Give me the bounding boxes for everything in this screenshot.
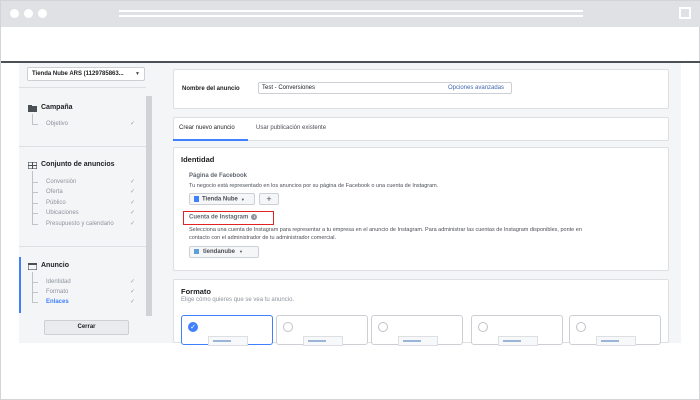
active-section-indicator <box>19 257 21 313</box>
chevron-down-icon: ▼ <box>240 196 245 202</box>
tree-branch <box>32 213 38 214</box>
sidebar-item-formato[interactable]: Formato <box>46 289 68 295</box>
format-preview-thumbnail <box>398 336 438 346</box>
format-option[interactable] <box>276 315 368 346</box>
facebook-page-value: Tienda Nube <box>202 196 238 203</box>
account-selector[interactable]: Tienda Nube ARS (1129785863... ▼ <box>27 67 145 81</box>
check-icon: ✓ <box>130 210 136 216</box>
radio-icon <box>478 322 488 332</box>
tree-branch <box>32 292 38 293</box>
page-icon <box>194 196 199 202</box>
add-page-button[interactable]: + <box>259 193 279 205</box>
window-titlebar <box>1 1 700 27</box>
sidebar-item-presupuesto[interactable]: Presupuesto y calendario <box>46 221 114 227</box>
sidebar-divider <box>19 146 146 147</box>
identity-title: Identidad <box>181 155 215 164</box>
check-icon: ✓ <box>130 279 136 285</box>
section-title-campaign[interactable]: Campaña <box>41 104 73 111</box>
instagram-account-value: tiendanube <box>203 249 236 256</box>
tab-create-new-ad[interactable]: Crear nuevo anuncio <box>179 125 235 131</box>
sidebar-item-objetivo[interactable]: Objetivo <box>46 121 68 127</box>
sidebar-item-enlaces[interactable]: Enlaces <box>46 299 69 305</box>
tree-branch <box>32 192 38 193</box>
sidebar-item-identidad[interactable]: Identidad <box>46 279 71 285</box>
window-minimize-dot[interactable] <box>24 9 33 18</box>
check-icon: ✓ <box>130 221 136 227</box>
format-preview-thumbnail <box>596 336 636 346</box>
info-icon[interactable]: i <box>251 214 258 220</box>
section-title-ad[interactable]: Anuncio <box>41 262 69 269</box>
format-subtitle: Elige cómo quieres que se vea tu anuncio… <box>181 297 295 303</box>
format-option[interactable] <box>569 315 661 346</box>
check-circle-icon: ✓ <box>188 322 198 332</box>
tree-line <box>32 171 33 224</box>
facebook-page-label: Página de Facebook <box>189 173 248 179</box>
check-icon: ✓ <box>130 289 136 295</box>
sidebar-item-oferta[interactable]: Oferta <box>46 189 63 195</box>
address-bar-line <box>119 10 583 12</box>
close-button[interactable]: Cerrar <box>44 320 129 335</box>
instagram-account-dropdown[interactable]: tiendanube ▼ <box>189 246 259 258</box>
check-icon: ✓ <box>130 200 136 206</box>
check-icon: ✓ <box>130 179 136 185</box>
tabs-card <box>173 117 669 141</box>
sidebar-item-ubicaciones[interactable]: Ubicaciones <box>46 210 79 216</box>
radio-icon <box>378 322 388 332</box>
sidebar-divider <box>19 87 146 88</box>
address-bar-line <box>119 15 583 17</box>
check-icon: ✓ <box>130 299 136 305</box>
format-option[interactable] <box>371 315 463 346</box>
chevron-down-icon: ▼ <box>135 71 140 77</box>
instagram-icon <box>194 249 199 254</box>
plus-icon: + <box>266 194 272 204</box>
grid-icon <box>28 162 37 169</box>
ad-name-label: Nombre del anuncio <box>182 86 240 92</box>
format-option[interactable] <box>471 315 563 346</box>
tab-use-existing-post[interactable]: Usar publicación existente <box>256 125 326 131</box>
facebook-page-dropdown[interactable]: Tienda Nube ▼ <box>189 193 255 205</box>
section-title-adset[interactable]: Conjunto de anuncios <box>41 161 115 168</box>
format-title: Formato <box>181 287 211 296</box>
account-selector-label: Tienda Nube ARS (1129785863... <box>32 71 124 77</box>
instagram-label-text: Cuenta de Instagram <box>189 214 249 221</box>
check-icon: ✓ <box>130 189 136 195</box>
sidebar-scrollbar[interactable] <box>146 96 152 316</box>
radio-icon <box>576 322 586 332</box>
sidebar-item-conversion[interactable]: Conversión <box>46 179 76 185</box>
sidebar-item-publico[interactable]: Público <box>46 200 66 206</box>
instagram-description-1: Selecciona una cuenta de Instagram para … <box>189 227 582 233</box>
advanced-options-link[interactable]: Opciones avanzadas <box>448 85 504 91</box>
ad-icon <box>28 263 37 270</box>
browser-window: Tienda Nube ARS (1129785863... ▼ Campaña… <box>0 0 700 400</box>
maximize-icon[interactable] <box>679 7 691 19</box>
radio-icon <box>283 322 293 332</box>
facebook-page-description: Tu negocio está representado en los anun… <box>189 183 439 189</box>
tree-branch <box>32 224 38 225</box>
tree-line <box>32 114 33 124</box>
tree-line <box>32 272 33 302</box>
chevron-down-icon: ▼ <box>239 249 243 255</box>
instagram-description-2: contacto con el administrador de tu admi… <box>189 235 337 241</box>
folder-icon <box>28 105 37 112</box>
window-zoom-dot[interactable] <box>38 9 47 18</box>
format-option[interactable]: ✓ <box>181 315 273 346</box>
check-icon: ✓ <box>130 121 136 127</box>
tree-branch <box>32 302 38 303</box>
sidebar-divider <box>19 246 146 247</box>
window-close-dot[interactable] <box>10 9 19 18</box>
format-preview-thumbnail <box>303 336 343 346</box>
tree-branch <box>32 203 38 204</box>
active-tab-underline <box>173 139 248 141</box>
instagram-account-label: Cuenta de Instagram i <box>189 214 258 221</box>
tree-branch <box>32 124 38 125</box>
tree-branch <box>32 182 38 183</box>
format-preview-thumbnail <box>208 336 248 346</box>
ad-name-value: Test - Conversiones <box>262 85 316 91</box>
tree-branch <box>32 282 38 283</box>
format-preview-thumbnail <box>498 336 538 346</box>
